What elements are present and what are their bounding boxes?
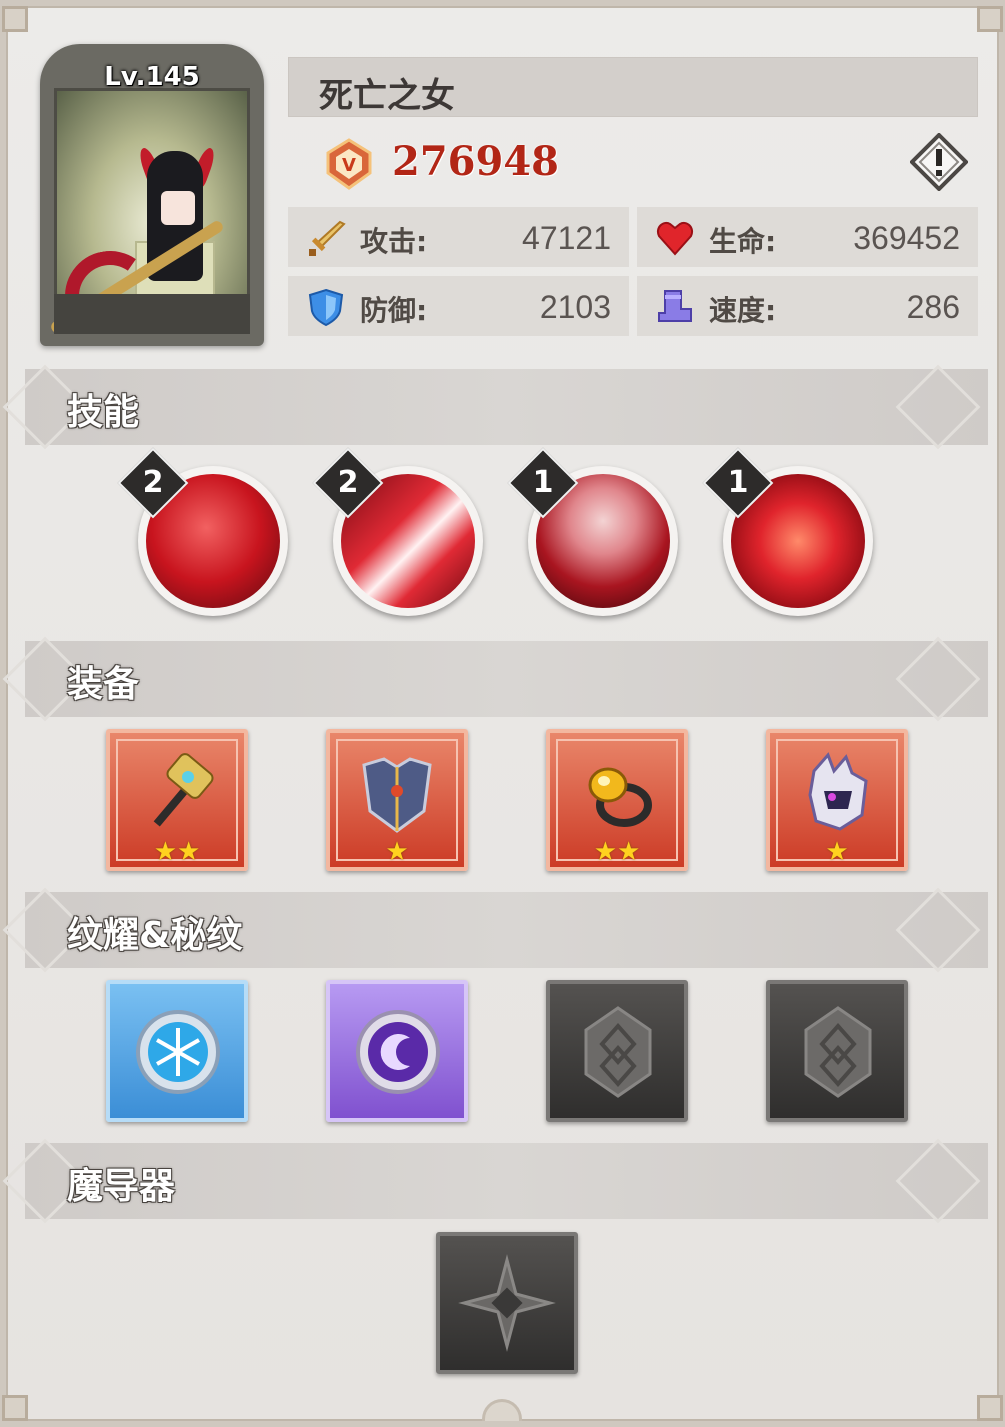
magic-device-slot-empty[interactable] <box>436 1232 578 1374</box>
star-rating: ★★ <box>153 837 201 867</box>
skill-slot[interactable]: 1 <box>507 447 678 616</box>
stat-value: 2103 <box>539 289 611 325</box>
runes-section-header: 纹耀&秘纹 <box>2 887 988 973</box>
hero-level: Lv.145 <box>104 62 200 92</box>
header-decoration <box>895 364 981 450</box>
shield-icon <box>308 288 344 327</box>
hero-name: 死亡之女 <box>319 76 455 116</box>
snowflake-emblem-icon <box>136 1010 220 1094</box>
skill-slot[interactable]: 2 <box>117 447 288 616</box>
rune-slot[interactable] <box>326 980 468 1122</box>
header-decoration <box>895 636 981 722</box>
crescent-emblem-icon <box>356 1010 440 1094</box>
star-rating: ★★ <box>593 837 641 867</box>
section-title: 装备 <box>67 664 140 705</box>
stat-speed: 速度: 286 <box>637 276 978 336</box>
star-rating: ★ <box>385 837 409 867</box>
skills-section-header: 技能 <box>2 364 988 450</box>
stat-label: 生命: <box>709 225 777 258</box>
frame-corner <box>977 6 1003 32</box>
stat-defense: 防御: 2103 <box>288 276 629 336</box>
helmet-icon <box>808 752 868 831</box>
stat-value: 47121 <box>522 220 611 256</box>
hero-name-bar: 死亡之女 <box>288 57 978 117</box>
equipment-slot-ring[interactable]: ★★ <box>546 729 688 871</box>
section-title: 纹耀&秘纹 <box>67 915 243 956</box>
empty-slot-shuriken-icon <box>458 1254 556 1352</box>
hero-portrait[interactable]: Lv.145 <box>40 44 264 349</box>
svg-text:V: V <box>342 155 356 176</box>
heart-icon <box>657 222 693 256</box>
skill-slot[interactable]: 1 <box>702 447 873 616</box>
equipment-section-header: 装备 <box>2 636 988 722</box>
header-decoration <box>895 1138 981 1224</box>
locked-rune-icon <box>584 1006 652 1098</box>
stat-attack: 攻击: 47121 <box>288 207 629 267</box>
skill-level: 2 <box>142 465 164 500</box>
stat-label: 防御: <box>360 294 428 327</box>
skill-level: 1 <box>532 465 554 500</box>
locked-rune-icon <box>804 1006 872 1098</box>
frame-corner <box>977 1395 1003 1421</box>
skill-level: 1 <box>727 465 749 500</box>
stat-label: 速度: <box>709 294 777 327</box>
equipment-slot-weapon[interactable]: ★★ <box>106 729 248 871</box>
info-button[interactable] <box>910 133 968 191</box>
boot-icon <box>658 290 692 322</box>
sword-icon <box>309 220 346 256</box>
ring-icon <box>588 767 652 827</box>
header-decoration <box>895 887 981 973</box>
frame-corner <box>2 1395 28 1421</box>
armor-icon <box>362 757 432 833</box>
equipment-slot-armor[interactable]: ★ <box>326 729 468 871</box>
combat-power-icon: V <box>326 138 372 190</box>
stat-label: 攻击: <box>360 225 428 258</box>
combat-power-value: 276948 <box>392 138 559 185</box>
stat-value: 369452 <box>853 220 960 256</box>
frame-corner <box>2 6 28 32</box>
section-title: 技能 <box>67 392 140 433</box>
rune-slot-locked[interactable] <box>766 980 908 1122</box>
skill-slot[interactable]: 2 <box>312 447 483 616</box>
star-rating: ★ <box>825 837 849 867</box>
magic-device-section-header: 魔导器 <box>2 1138 988 1224</box>
stat-health: 生命: 369452 <box>637 207 978 267</box>
hero-face <box>161 191 195 225</box>
rune-slot-locked[interactable] <box>546 980 688 1122</box>
hammer-icon <box>153 753 214 827</box>
stat-value: 286 <box>906 289 960 325</box>
equipment-slot-helmet[interactable]: ★ <box>766 729 908 871</box>
rune-slot[interactable] <box>106 980 248 1122</box>
portrait-base <box>54 294 250 334</box>
section-title: 魔导器 <box>67 1166 176 1207</box>
skill-level: 2 <box>337 465 359 500</box>
